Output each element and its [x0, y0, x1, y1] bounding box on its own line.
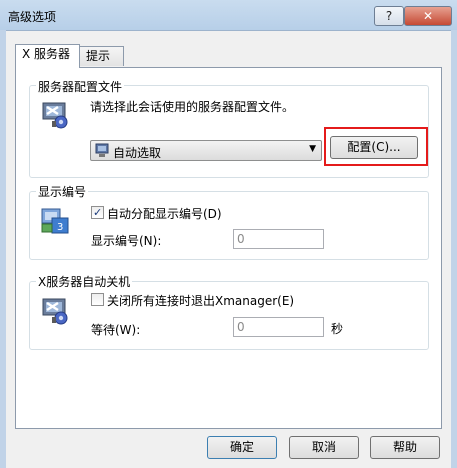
exit-on-close-label: 关闭所有连接时退出Xmanager(E): [107, 294, 295, 308]
display-number-field[interactable]: 0: [233, 229, 324, 249]
svg-text:3: 3: [57, 222, 63, 233]
cancel-button[interactable]: 取消: [289, 436, 359, 459]
window-frame-right: [451, 30, 457, 468]
help-title-button[interactable]: ?: [374, 6, 404, 26]
close-button[interactable]: ✕: [404, 6, 452, 26]
chevron-down-icon: ▼: [309, 144, 316, 154]
profile-group-label: 服务器配置文件: [36, 78, 125, 95]
display-number-icon: 3: [40, 206, 70, 236]
exit-on-close-checkbox[interactable]: [91, 293, 104, 306]
profile-combo[interactable]: 自动选取 ▼: [90, 140, 322, 161]
auto-shutdown-icon: [40, 296, 70, 326]
config-button[interactable]: 配置(C)...: [330, 136, 418, 159]
display-group-label: 显示编号: [36, 183, 89, 200]
shutdown-group-label: X服务器自动关机: [36, 273, 133, 290]
wait-seconds-field[interactable]: 0: [233, 317, 324, 337]
wait-label: 等待(W):: [91, 323, 141, 337]
profile-combo-icon: [95, 143, 109, 161]
wait-unit-label: 秒: [331, 322, 344, 336]
ok-button[interactable]: 确定: [207, 436, 277, 459]
profile-combo-value: 自动选取: [113, 146, 162, 160]
checkmark-icon: ✓: [93, 206, 103, 219]
server-profile-icon: [40, 100, 70, 130]
auto-assign-label: 自动分配显示编号(D): [107, 207, 222, 221]
window-title: 高级选项: [8, 10, 57, 24]
help-button[interactable]: 帮助: [370, 436, 440, 459]
display-number-label: 显示编号(N):: [91, 234, 162, 248]
auto-assign-checkbox[interactable]: ✓: [91, 206, 104, 219]
tab-x-server[interactable]: X 服务器: [15, 44, 80, 68]
profile-description: 请选择此会话使用的服务器配置文件。: [90, 100, 295, 114]
tab-tips[interactable]: 提示: [79, 46, 124, 66]
window-frame-left: [0, 30, 6, 468]
display-group: [29, 191, 429, 260]
